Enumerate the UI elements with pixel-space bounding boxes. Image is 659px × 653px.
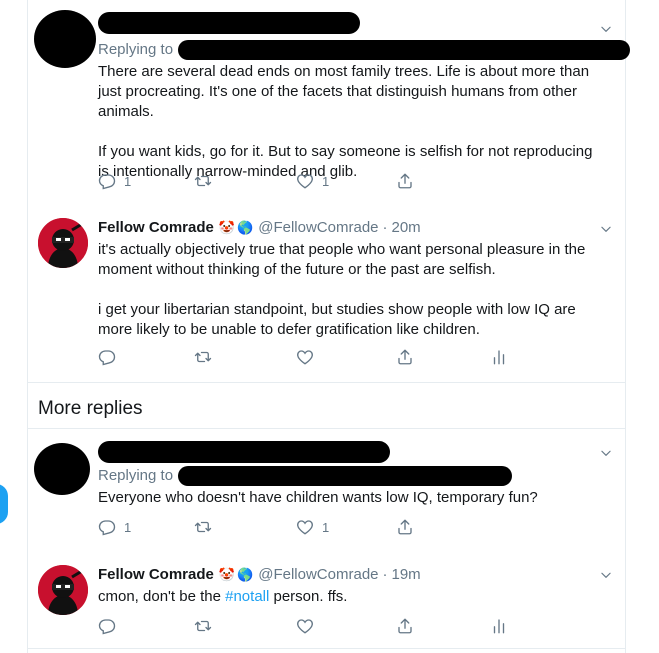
reply-button[interactable]: 1 bbox=[98, 171, 131, 191]
analytics-button[interactable] bbox=[490, 347, 508, 367]
like-button[interactable]: 1 bbox=[296, 517, 329, 537]
share-button[interactable] bbox=[396, 171, 414, 191]
reply-tweet[interactable]: Fellow Comrade 🤡 🌎 @FellowComrade · 20m … bbox=[28, 204, 625, 380]
heart-icon bbox=[296, 518, 314, 536]
redacted-author bbox=[98, 12, 360, 34]
avatar[interactable] bbox=[38, 218, 88, 268]
share-button[interactable] bbox=[396, 347, 414, 367]
hashtag-link[interactable]: #notall bbox=[225, 588, 269, 605]
reply-tweet[interactable]: Fellow Comrade 🤡 🌎 @FellowComrade · 19m … bbox=[28, 551, 625, 653]
share-icon bbox=[396, 518, 414, 536]
reply-icon bbox=[98, 518, 116, 536]
retweet-button[interactable] bbox=[194, 347, 212, 367]
heart-icon bbox=[296, 172, 314, 190]
tweet-text: cmon, don't be the #notall person. ffs. bbox=[98, 588, 348, 605]
share-icon bbox=[396, 348, 414, 366]
reply-button[interactable]: 1 bbox=[98, 517, 131, 537]
tweet-actions: 1 1 bbox=[98, 517, 428, 537]
heart-icon bbox=[296, 348, 314, 366]
replies-column: Replying to There are several dead ends … bbox=[27, 0, 630, 653]
reply-tweet[interactable]: Replying to Everyone who doesn't have ch… bbox=[28, 429, 625, 551]
retweet-icon bbox=[194, 172, 212, 190]
redacted-replying-to[interactable] bbox=[178, 466, 512, 486]
reply-icon bbox=[98, 617, 116, 635]
reply-icon bbox=[98, 172, 116, 190]
more-replies-header[interactable]: More replies bbox=[38, 397, 143, 421]
ninja-avatar-image bbox=[38, 565, 88, 615]
share-icon bbox=[396, 617, 414, 635]
retweet-button[interactable] bbox=[194, 517, 212, 537]
reply-button[interactable] bbox=[98, 347, 116, 367]
divider bbox=[28, 648, 625, 649]
tweet-text: Everyone who doesn't have children wants… bbox=[98, 489, 538, 506]
separator-dot: · bbox=[382, 219, 388, 236]
reply-button[interactable] bbox=[98, 616, 116, 636]
tweet-actions: 1 1 bbox=[98, 171, 428, 191]
share-button[interactable] bbox=[396, 517, 414, 537]
avatar[interactable] bbox=[34, 443, 90, 495]
user-handle[interactable]: @FellowComrade bbox=[258, 218, 378, 238]
reply-tweet[interactable]: Replying to There are several dead ends … bbox=[28, 0, 630, 202]
tweet-actions bbox=[98, 347, 428, 367]
tweet-header: Fellow Comrade 🤡 🌎 @FellowComrade · 20m bbox=[98, 218, 605, 238]
divider bbox=[28, 382, 625, 383]
timestamp[interactable]: 20m bbox=[392, 218, 421, 238]
share-icon bbox=[396, 172, 414, 190]
redacted-author bbox=[98, 441, 390, 463]
clown-emoji: 🤡 bbox=[218, 220, 236, 235]
analytics-icon bbox=[490, 617, 508, 635]
like-button[interactable] bbox=[296, 616, 314, 636]
globe-emoji: 🌎 bbox=[237, 567, 254, 582]
timestamp[interactable]: 19m bbox=[392, 565, 421, 585]
retweet-icon bbox=[194, 348, 212, 366]
clown-emoji: 🤡 bbox=[218, 567, 236, 582]
analytics-button[interactable] bbox=[490, 616, 508, 636]
avatar[interactable] bbox=[34, 10, 96, 68]
analytics-icon bbox=[490, 348, 508, 366]
chevron-down-icon[interactable] bbox=[599, 446, 613, 460]
avatar[interactable] bbox=[38, 565, 88, 615]
retweet-button[interactable] bbox=[194, 616, 212, 636]
globe-emoji: 🌎 bbox=[237, 220, 254, 235]
retweet-icon bbox=[194, 617, 212, 635]
retweet-button[interactable] bbox=[194, 171, 212, 191]
tweet-actions bbox=[98, 616, 428, 636]
user-handle[interactable]: @FellowComrade bbox=[258, 565, 378, 585]
display-name[interactable]: Fellow Comrade bbox=[98, 565, 214, 585]
tweet-text: it's actually objectively true that peop… bbox=[98, 241, 586, 338]
like-button[interactable]: 1 bbox=[296, 171, 329, 191]
retweet-icon bbox=[194, 518, 212, 536]
redacted-replying-to[interactable] bbox=[178, 40, 630, 60]
floating-compose-button[interactable] bbox=[0, 484, 8, 524]
tweet-text: There are several dead ends on most fami… bbox=[98, 63, 593, 180]
tweet-header: Fellow Comrade 🤡 🌎 @FellowComrade · 19m bbox=[98, 565, 605, 585]
heart-icon bbox=[296, 617, 314, 635]
ninja-avatar-image bbox=[38, 218, 88, 268]
reply-icon bbox=[98, 348, 116, 366]
display-name[interactable]: Fellow Comrade bbox=[98, 218, 214, 238]
separator-dot: · bbox=[382, 566, 388, 583]
share-button[interactable] bbox=[396, 616, 414, 636]
like-button[interactable] bbox=[296, 347, 314, 367]
chevron-down-icon[interactable] bbox=[599, 22, 613, 36]
